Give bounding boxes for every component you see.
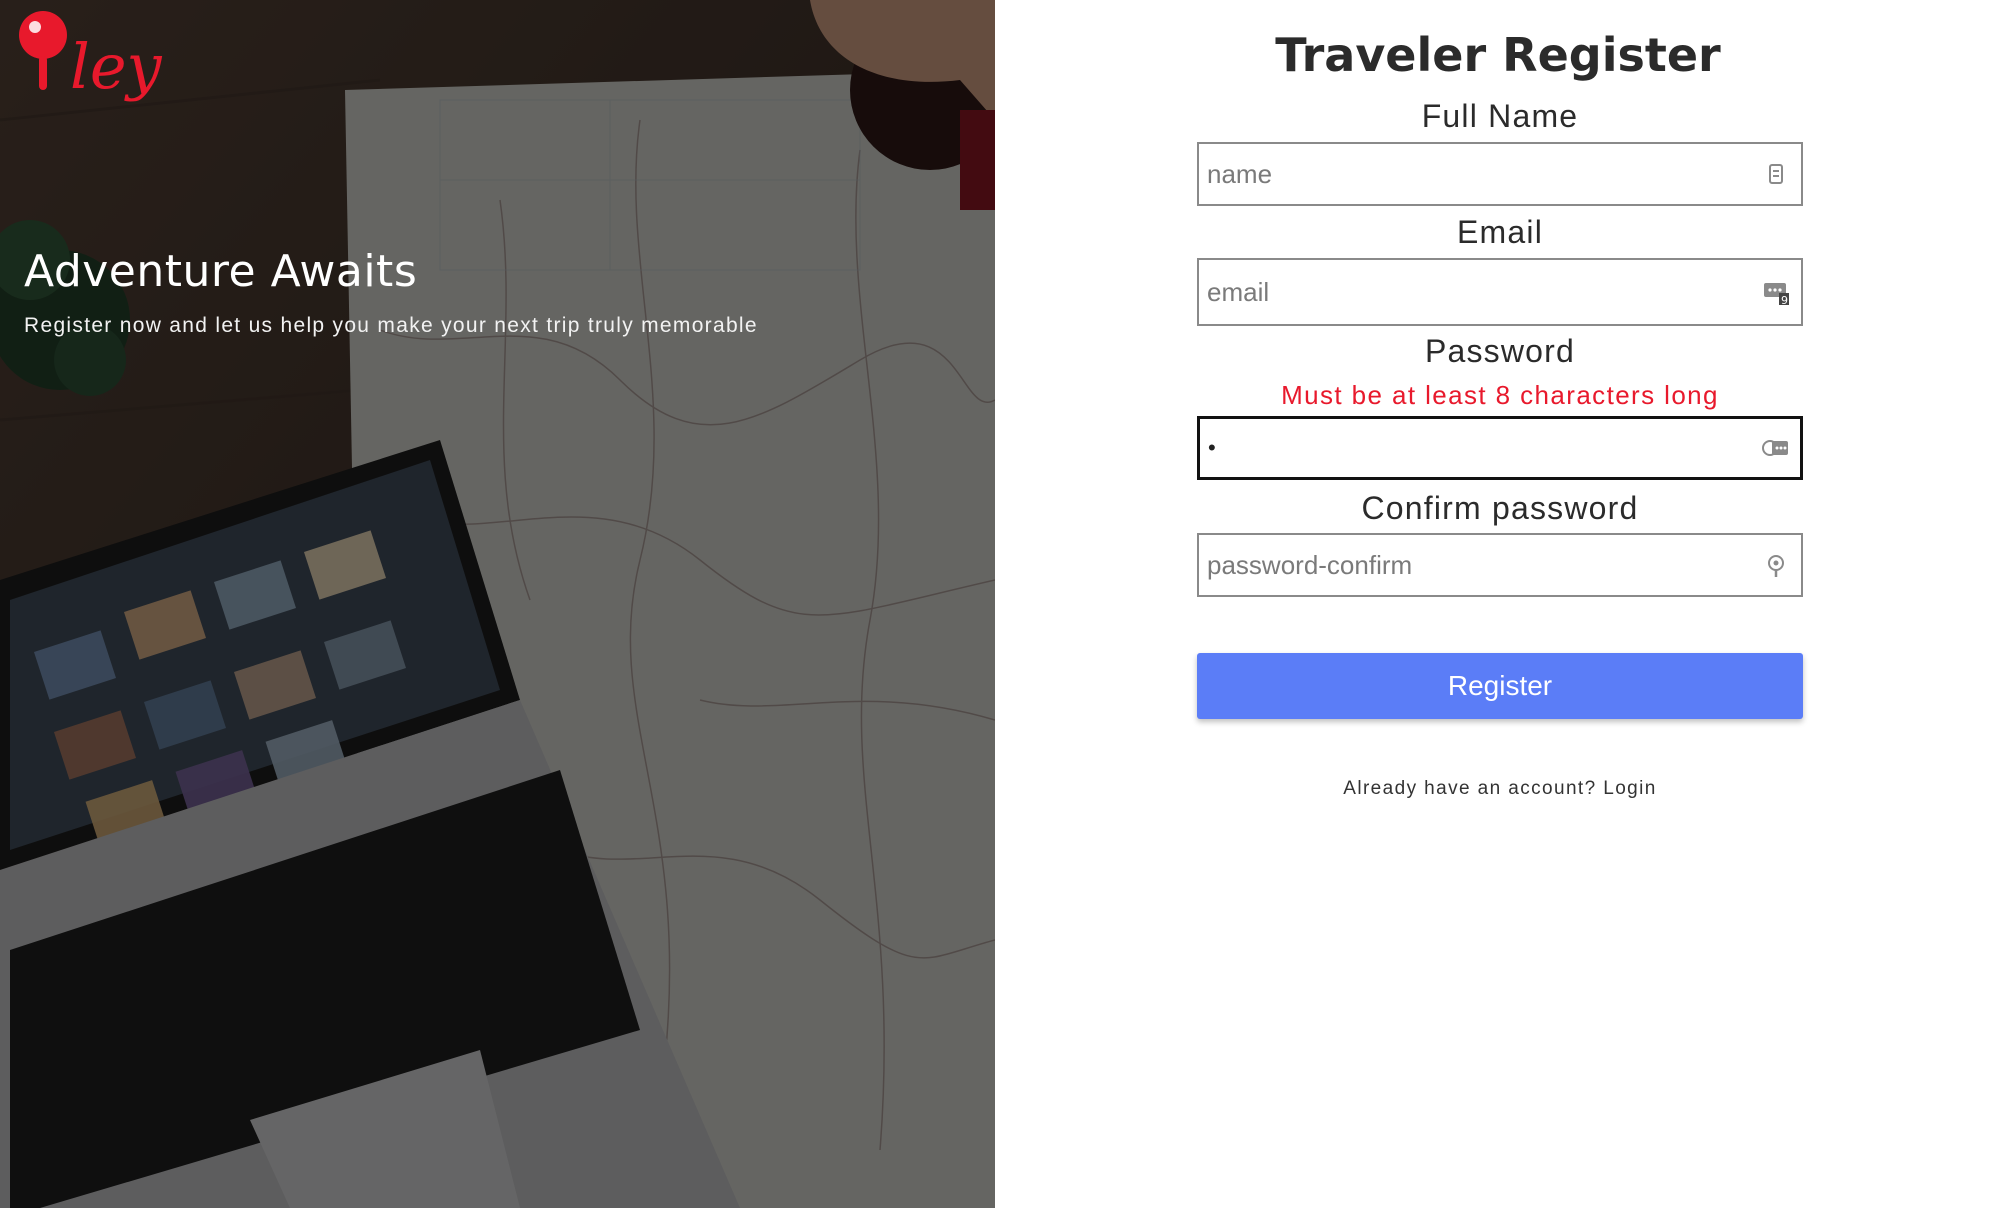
hero-panel: ley Adventure Awaits Register now and le… <box>0 0 995 1208</box>
password-manager-icon[interactable] <box>1762 435 1788 461</box>
page-title: Traveler Register <box>1275 28 1721 82</box>
hero-title: Adventure Awaits <box>24 246 418 297</box>
hero-subtitle: Register now and let us help you make yo… <box>24 314 758 337</box>
password-manager-icon[interactable]: 9 <box>1763 279 1789 305</box>
logo-text: ley <box>70 30 163 103</box>
confirm-password-input[interactable] <box>1207 535 1747 595</box>
password-label: Password <box>1424 333 1576 369</box>
full-name-label: Full Name <box>1421 98 1579 134</box>
register-form: Full Name Email 9 <box>1197 0 1803 1208</box>
register-button[interactable]: Register <box>1197 653 1803 719</box>
register-page: ley Adventure Awaits Register now and le… <box>0 0 1994 1208</box>
login-link[interactable]: Login <box>1603 778 1657 799</box>
full-name-field[interactable] <box>1197 142 1803 206</box>
confirm-password-label: Confirm password <box>1361 490 1639 526</box>
password-field[interactable] <box>1197 416 1803 480</box>
login-prompt-text: Already have an account? <box>1343 778 1597 799</box>
svg-text:9: 9 <box>1781 294 1788 305</box>
contact-card-icon[interactable] <box>1763 161 1789 187</box>
logo-icon[interactable]: ley <box>18 10 168 130</box>
hero-background-image <box>0 0 995 1208</box>
register-form-panel: Full Name Email 9 <box>995 0 1994 1208</box>
email-label: Email <box>1456 214 1543 250</box>
login-prompt: Already have an account? Login <box>1197 778 1803 800</box>
full-name-input[interactable] <box>1207 144 1747 204</box>
password-error-message: Must be at least 8 characters long <box>1281 380 1719 410</box>
email-input[interactable] <box>1207 260 1747 324</box>
password-input[interactable] <box>1208 419 1748 477</box>
key-icon[interactable] <box>1763 552 1789 578</box>
email-field[interactable]: 9 <box>1197 258 1803 326</box>
confirm-password-field[interactable] <box>1197 533 1803 597</box>
